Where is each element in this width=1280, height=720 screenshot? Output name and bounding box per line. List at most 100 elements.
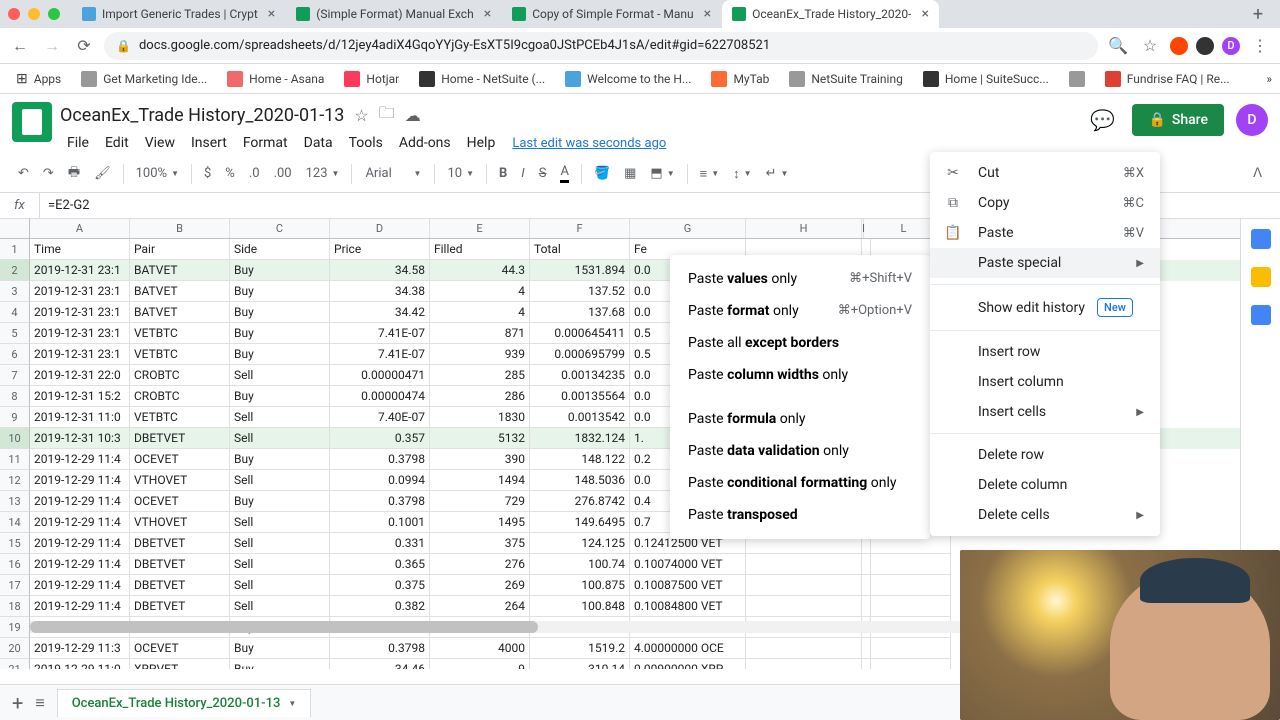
row-header[interactable]: 2 (0, 260, 30, 281)
row-header[interactable]: 10 (0, 428, 30, 449)
cell[interactable]: 4 (430, 302, 530, 323)
row-header[interactable]: 11 (0, 449, 30, 470)
cell[interactable]: 137.52 (530, 281, 630, 302)
cell[interactable]: 0.00135564 (530, 386, 630, 407)
sheets-logo-icon[interactable] (12, 102, 52, 142)
cell[interactable]: Sell (230, 407, 330, 428)
all-sheets-button[interactable]: ≡ (35, 693, 44, 713)
close-tab-icon[interactable]: × (268, 6, 275, 22)
column-header[interactable]: E (430, 219, 530, 238)
cell[interactable]: 0.0013542 (530, 407, 630, 428)
cell[interactable]: 2019-12-29 11:4 (30, 449, 130, 470)
cell[interactable]: DBETVET (130, 428, 230, 449)
cell[interactable]: 2019-12-31 22:0 (30, 365, 130, 386)
browser-tab[interactable]: Import Generic Trades | Crypt× (72, 0, 285, 28)
new-tab-button[interactable]: + (1244, 4, 1272, 25)
cell[interactable]: 2019-12-29 11:4 (30, 596, 130, 617)
v-align-button[interactable]: ↕▼ (727, 162, 757, 186)
profile-button[interactable]: D (1222, 37, 1240, 55)
cell[interactable]: Buy (230, 260, 330, 281)
column-header[interactable]: C (230, 219, 330, 238)
row-header[interactable]: 14 (0, 512, 30, 533)
cell[interactable]: 1519.2 (530, 638, 630, 659)
cell[interactable]: 2019-12-29 11:4 (30, 491, 130, 512)
cell[interactable]: 2019-12-31 11:0 (30, 407, 130, 428)
cell[interactable]: Side (230, 239, 330, 260)
keep-addon-icon[interactable] (1251, 267, 1271, 287)
column-header[interactable]: F (530, 219, 630, 238)
cell[interactable]: 310.14 (530, 659, 630, 669)
row-header[interactable]: 12 (0, 470, 30, 491)
fill-color-button[interactable]: 🪣 (588, 162, 616, 185)
bookmarks-overflow[interactable]: » (1266, 72, 1272, 86)
paste-values-only[interactable]: Paste values only⌘+Shift+V (670, 263, 930, 295)
extension-icon-1[interactable] (1170, 37, 1188, 55)
cell[interactable]: OCEVET (130, 491, 230, 512)
cell[interactable]: VTHOVET (130, 470, 230, 491)
cell[interactable]: 0.357 (330, 428, 430, 449)
cell[interactable]: 2019-12-29 11:3 (30, 638, 130, 659)
cell[interactable]: 44.3 (430, 260, 530, 281)
column-header[interactable]: H (746, 219, 862, 238)
tasks-addon-icon[interactable] (1251, 305, 1271, 325)
cell[interactable]: Price (330, 239, 430, 260)
ctx-delete-column[interactable]: Delete column (930, 470, 1160, 500)
ctx-paste-special[interactable]: Paste special▶ (930, 248, 1160, 278)
cell[interactable]: CROBTC (130, 365, 230, 386)
row-header[interactable]: 1 (0, 239, 30, 260)
account-avatar[interactable]: D (1236, 104, 1268, 136)
cell[interactable]: Buy (230, 659, 330, 669)
cell[interactable]: Sell (230, 470, 330, 491)
ctx-copy[interactable]: ⧉ Copy⌘C (930, 188, 1160, 218)
row-header[interactable]: 9 (0, 407, 30, 428)
ctx-show-history[interactable]: Show edit history New (930, 291, 1160, 324)
cell[interactable]: 0.331 (330, 533, 430, 554)
percent-button[interactable]: % (219, 162, 241, 185)
menu-tools[interactable]: Tools (342, 131, 390, 155)
last-edit-link[interactable]: Last edit was seconds ago (512, 136, 666, 151)
cell[interactable]: 0.3798 (330, 491, 430, 512)
cell[interactable]: 34.42 (330, 302, 430, 323)
extension-icon-2[interactable] (1196, 37, 1214, 55)
comments-button[interactable]: 💬 (1084, 102, 1120, 138)
cell[interactable]: 148.5036 (530, 470, 630, 491)
currency-button[interactable]: $ (198, 162, 217, 185)
browser-tab[interactable]: Copy of Simple Format - Manu× (502, 0, 721, 28)
cell[interactable]: BATVET (130, 260, 230, 281)
number-format[interactable]: 123▼ (300, 162, 346, 185)
cell[interactable]: 4.00000000 OCE (630, 638, 746, 659)
wrap-button[interactable]: ↵▼ (760, 162, 795, 185)
text-color-button[interactable]: A (554, 160, 574, 187)
cell[interactable]: 7.41E-07 (330, 323, 430, 344)
decrease-decimal[interactable]: .0 (243, 162, 266, 185)
close-tab-icon[interactable]: × (704, 6, 711, 22)
ctx-insert-column[interactable]: Insert column (930, 367, 1160, 397)
row-header[interactable]: 7 (0, 365, 30, 386)
cell[interactable]: 0.0994 (330, 470, 430, 491)
collapse-toolbar[interactable]: ᐱ (1247, 162, 1268, 185)
star-doc-icon[interactable]: ☆ (354, 106, 368, 125)
cell[interactable]: 939 (430, 344, 530, 365)
close-window[interactable] (8, 8, 20, 20)
cell[interactable]: 2019-12-29 11:4 (30, 575, 130, 596)
cell[interactable]: 100.875 (530, 575, 630, 596)
column-header[interactable]: B (130, 219, 230, 238)
cell[interactable]: 0.365 (330, 554, 430, 575)
cell[interactable]: 2019-12-29 11:4 (30, 512, 130, 533)
menu-edit[interactable]: Edit (98, 131, 136, 155)
cell[interactable]: 269 (430, 575, 530, 596)
borders-button[interactable]: ▦ (618, 162, 642, 185)
cell[interactable]: 2019-12-31 10:3 (30, 428, 130, 449)
bookmark-item[interactable]: Home | SuiteSucc... (915, 67, 1057, 91)
cell[interactable]: 0.382 (330, 596, 430, 617)
cell[interactable]: 0.10074000 VET (630, 554, 746, 575)
column-header[interactable]: D (330, 219, 430, 238)
cell[interactable]: Buy (230, 449, 330, 470)
sheet-tab-active[interactable]: OceanEx_Trade History_2020-01-13 ▼ (57, 689, 312, 717)
browser-tab[interactable]: (Simple Format) Manual Exch× (286, 0, 501, 28)
cell[interactable]: 2019-12-31 23:1 (30, 281, 130, 302)
cell[interactable]: Sell (230, 365, 330, 386)
cell[interactable] (871, 575, 951, 596)
cell[interactable]: 390 (430, 449, 530, 470)
cloud-status-icon[interactable]: ☁ (405, 106, 421, 125)
